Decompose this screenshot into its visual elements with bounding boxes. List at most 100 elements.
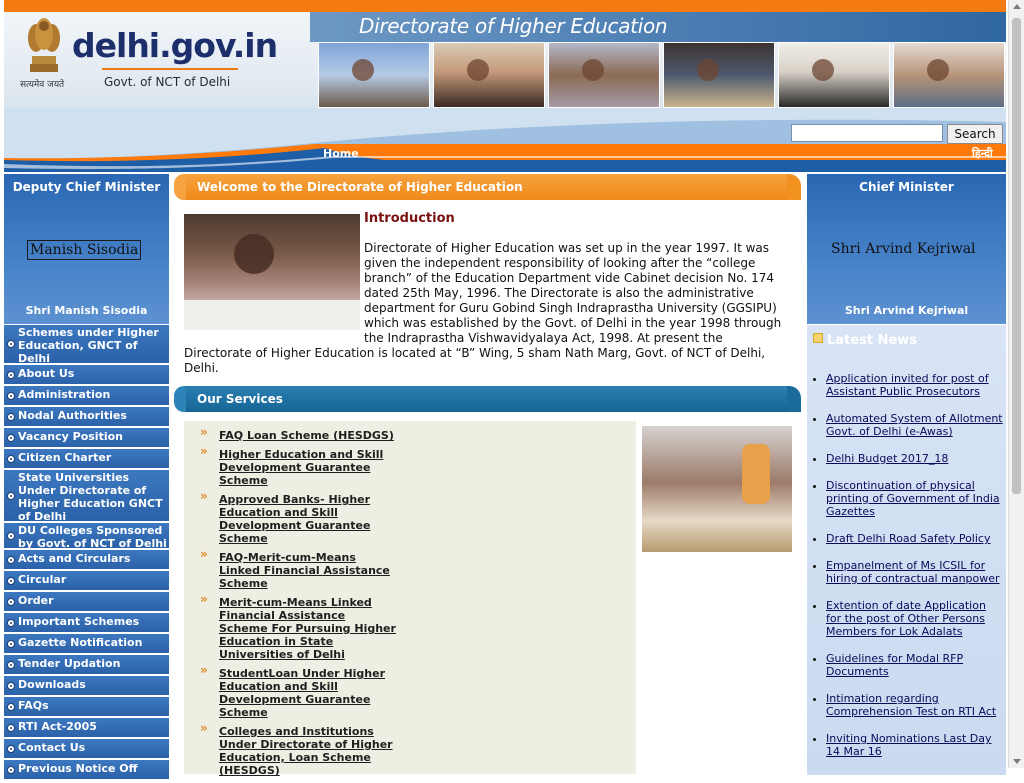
news-link[interactable]: Intimation regarding Comprehension Test …	[826, 692, 996, 718]
service-link[interactable]: Merit-cum-Means Linked Financial Assista…	[219, 596, 396, 661]
news-item: Draft Delhi Road Safety Policy	[826, 532, 1004, 545]
welcome-bar-cap	[174, 174, 186, 200]
sidebar-item-label[interactable]: Previous Notice Off	[4, 760, 169, 777]
sidebar-item-label[interactable]: Citizen Charter	[4, 449, 169, 466]
sidebar-item-label[interactable]: RTI Act-2005	[4, 718, 169, 735]
nav-bullet-icon	[7, 531, 15, 540]
sidebar-item-label[interactable]: Acts and Circulars	[4, 550, 169, 567]
service-item: FAQ Loan Scheme (HESDGS)	[196, 426, 396, 442]
service-link[interactable]: Colleges and Institutions Under Director…	[219, 725, 393, 777]
sidebar-item-label[interactable]: State Universities Under Directorate of …	[4, 470, 169, 525]
home-link[interactable]: Home	[323, 147, 359, 160]
sidebar-item[interactable]: FAQs	[4, 697, 169, 717]
sidebar-item[interactable]: Circular	[4, 571, 169, 591]
service-item: Higher Education and Skill Development G…	[196, 445, 396, 487]
nav-bullet-icon	[7, 702, 15, 711]
cm-name: Shri Arvind Kejriwal	[844, 304, 969, 317]
scroll-up-arrow-icon[interactable]	[1013, 4, 1021, 9]
cm-photo: Shri Arvind Kejriwal	[831, 241, 976, 257]
deputy-cm-name: Shri Manish Sisodia	[25, 304, 148, 317]
services-bar-title: Our Services	[197, 392, 283, 406]
nav-bullet-icon	[7, 433, 15, 442]
news-item: Inviting Nominations Last Day 14 Mar 16	[826, 732, 1004, 758]
sidebar-item-label[interactable]: Contact Us	[4, 739, 169, 756]
sidebar-item[interactable]: About Us	[4, 365, 169, 385]
site-logo[interactable]: delhi.gov.in	[72, 26, 278, 65]
scroll-down-arrow-icon[interactable]	[1013, 759, 1021, 764]
logo-underline	[102, 68, 238, 70]
news-item: Intimation regarding Comprehension Test …	[826, 692, 1004, 718]
news-link[interactable]: Application invited for post of Assistan…	[826, 372, 989, 398]
services-bar-cap	[174, 386, 186, 412]
sidebar-item[interactable]: Acts and Circulars	[4, 550, 169, 570]
sidebar-item-label[interactable]: Tender Updation	[4, 655, 169, 672]
sidebar-item-label[interactable]: Order	[4, 592, 169, 609]
service-link[interactable]: StudentLoan Under Higher Education and S…	[219, 667, 385, 719]
service-link[interactable]: Approved Banks- Higher Education and Ski…	[219, 493, 370, 545]
news-link[interactable]: Draft Delhi Road Safety Policy	[826, 532, 990, 545]
service-item: Merit-cum-Means Linked Financial Assista…	[196, 593, 396, 661]
intro-paragraph-wrapper: Directorate of Higher Education was set …	[184, 241, 790, 376]
site-header: Directorate of Higher Education delhi.go…	[4, 0, 1006, 172]
news-link[interactable]: Guidelines for Modal RFP Documents	[826, 652, 963, 678]
nav-bullet-icon	[7, 681, 15, 690]
sidebar-item[interactable]: Citizen Charter	[4, 449, 169, 469]
sidebar-item[interactable]: Previous Notice Off	[4, 760, 169, 780]
services-bar: Our Services	[174, 386, 801, 412]
news-link[interactable]: Inviting Nominations Last Day 14 Mar 16	[826, 732, 991, 758]
sidebar-item[interactable]: Administration	[4, 386, 169, 406]
sidebar-item[interactable]: Nodal Authorities	[4, 407, 169, 427]
sidebar-item[interactable]: State Universities Under Directorate of …	[4, 470, 169, 525]
service-link[interactable]: Higher Education and Skill Development G…	[219, 448, 383, 487]
hindi-language-link[interactable]: हिन्दी	[972, 146, 993, 161]
sidebar-item[interactable]: Tender Updation	[4, 655, 169, 675]
page-scrollbar[interactable]	[1008, 0, 1024, 768]
sidebar-item-label[interactable]: Important Schemes	[4, 613, 169, 630]
sidebar-item-label[interactable]: Schemes under Higher Education, GNCT of …	[4, 325, 169, 367]
service-item: Approved Banks- Higher Education and Ski…	[196, 490, 396, 545]
graduates-photo	[318, 42, 430, 108]
sidebar-item[interactable]: DU Colleges Sponsored by Govt. of NCT of…	[4, 523, 169, 552]
sidebar-item-label[interactable]: Administration	[4, 386, 169, 403]
sidebar-item[interactable]: Schemes under Higher Education, GNCT of …	[4, 325, 169, 367]
sidebar-item-label[interactable]: Gazette Notification	[4, 634, 169, 651]
news-link[interactable]: Automated System of Allotment Govt. of D…	[826, 412, 1003, 438]
classroom-photo	[548, 42, 660, 108]
service-item: StudentLoan Under Higher Education and S…	[196, 664, 396, 719]
study-group-photo	[893, 42, 1005, 108]
header-top-bar	[4, 0, 1006, 12]
services-list: FAQ Loan Scheme (HESDGS) Higher Education…	[196, 426, 396, 783]
news-link[interactable]: Delhi Budget 2017_18	[826, 452, 948, 465]
news-link[interactable]: Discontinuation of physical printing of …	[826, 479, 1000, 518]
news-item: Extention of date Application for the po…	[826, 599, 1004, 638]
sidebar-item[interactable]: RTI Act-2005	[4, 718, 169, 738]
scroll-thumb[interactable]	[1012, 18, 1021, 494]
news-item: Empanelment of Ms ICSIL for hiring of co…	[826, 559, 1004, 585]
nav-bullet-icon	[7, 412, 15, 421]
nav-bullet-icon	[7, 597, 15, 606]
sidebar-item[interactable]: Contact Us	[4, 739, 169, 759]
sidebar-item[interactable]: Important Schemes	[4, 613, 169, 633]
sidebar-item-label[interactable]: Downloads	[4, 676, 169, 693]
service-link[interactable]: FAQ-Merit-cum-Means Linked Financial Ass…	[219, 551, 390, 590]
graduation-photo	[663, 42, 775, 108]
sidebar-item-label[interactable]: FAQs	[4, 697, 169, 714]
sidebar-item-label[interactable]: Vacancy Position	[4, 428, 169, 445]
news-link[interactable]: Extention of date Application for the po…	[826, 599, 986, 638]
sidebar-item[interactable]: Gazette Notification	[4, 634, 169, 654]
sidebar-item-label[interactable]: Circular	[4, 571, 169, 588]
sidebar-item-label[interactable]: Nodal Authorities	[4, 407, 169, 424]
sidebar-item[interactable]: Order	[4, 592, 169, 612]
sidebar-nav: Schemes under Higher Education, GNCT of …	[4, 325, 169, 781]
news-list: Application invited for post of Assistan…	[811, 372, 1004, 772]
sidebar-item[interactable]: Vacancy Position	[4, 428, 169, 448]
sidebar-item-label[interactable]: About Us	[4, 365, 169, 382]
search-button[interactable]: Search	[947, 124, 1003, 144]
news-link[interactable]: Empanelment of Ms ICSIL for hiring of co…	[826, 559, 1000, 585]
classroom-lecture-photo	[642, 426, 792, 552]
sidebar-item-label[interactable]: DU Colleges Sponsored by Govt. of NCT of…	[4, 523, 169, 552]
search-input[interactable]	[791, 124, 943, 142]
service-item: Colleges and Institutions Under Director…	[196, 722, 396, 777]
sidebar-item[interactable]: Downloads	[4, 676, 169, 696]
service-link[interactable]: FAQ Loan Scheme (HESDGS)	[219, 429, 394, 442]
